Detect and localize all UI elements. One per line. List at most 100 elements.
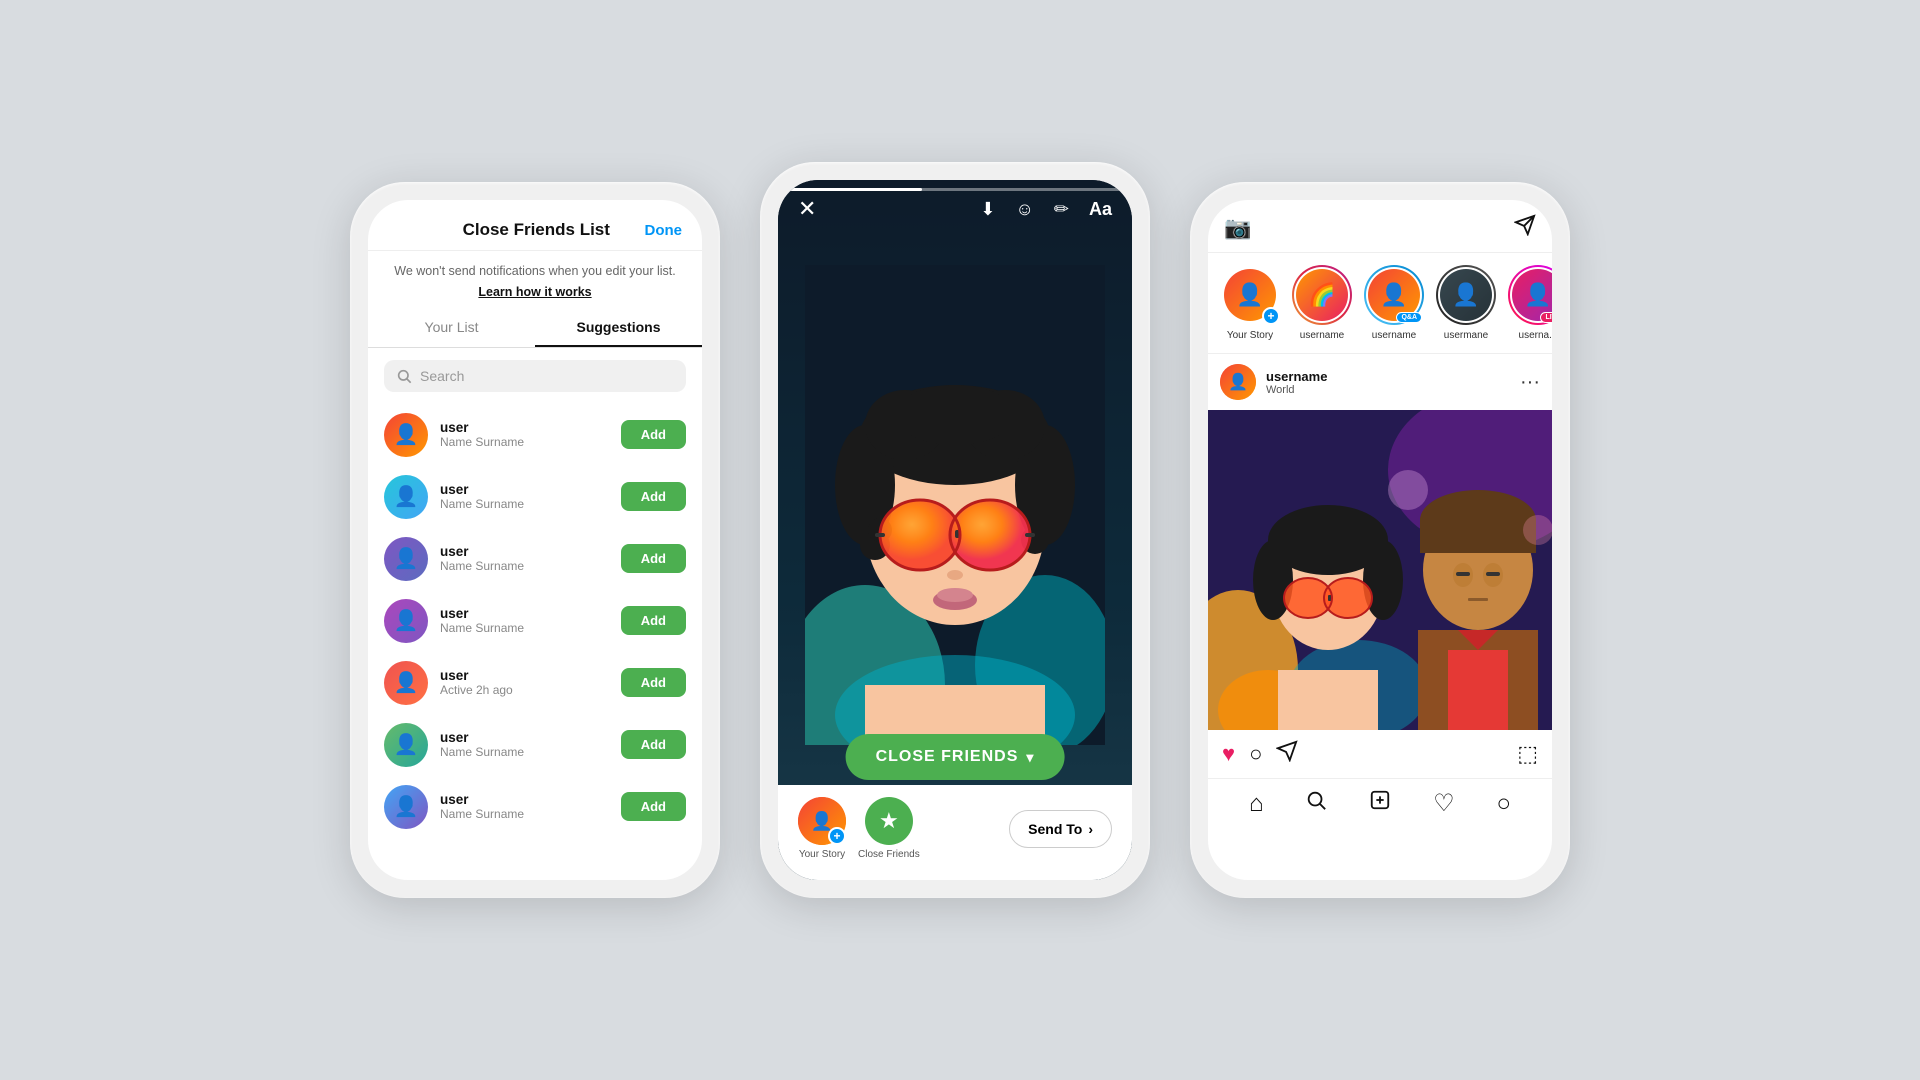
story-ring: 👤 LIVE (1508, 265, 1552, 325)
bookmark-icon[interactable]: ⬚ (1517, 741, 1538, 767)
add-button[interactable]: Add (621, 482, 686, 511)
avatar: 👤 (384, 413, 428, 457)
learn-link[interactable]: Learn how it works (368, 285, 702, 299)
more-options-icon[interactable]: ··· (1520, 371, 1540, 394)
user-sub: Name Surname (440, 807, 609, 821)
list-item: 👤 user Name Surname Add (380, 714, 690, 776)
avatar: 👤 (384, 599, 428, 643)
phone3-screen: 📷 👤 + Y (1208, 200, 1552, 880)
story-tools: ⬇ ☺ ✏ Aa (980, 199, 1112, 220)
draw-icon[interactable]: ✏ (1054, 199, 1069, 220)
list-item: 👤 user Name Surname Add (380, 590, 690, 652)
bottom-nav: ⌂ ♡ ○ (1208, 778, 1552, 828)
tab-your-list[interactable]: Your List (368, 309, 535, 347)
user-sub: Name Surname (440, 745, 609, 759)
user-sub: Name Surname (440, 621, 609, 635)
add-story-icon: + (1262, 307, 1280, 325)
download-icon[interactable]: ⬇ (980, 199, 995, 220)
close-friends-title: Close Friends List (463, 220, 610, 240)
search-placeholder: Search (420, 368, 464, 384)
user-name: user (440, 730, 609, 745)
text-icon[interactable]: Aa (1089, 199, 1112, 220)
story-label: username (1372, 330, 1416, 341)
phone-story-preview: ✕ ⬇ ☺ ✏ Aa (760, 162, 1150, 898)
avatar: 👤 (384, 661, 428, 705)
story-bubble[interactable]: 👤 LIVE userna... (1508, 265, 1552, 341)
your-story-bubble[interactable]: 👤 + Your Story (1220, 265, 1280, 341)
close-friends-header: Close Friends List Done (368, 200, 702, 251)
chevron-right-icon: › (1088, 821, 1093, 837)
story-ring: 👤 Q&A (1364, 265, 1424, 325)
comment-icon[interactable]: ○ (1249, 741, 1262, 767)
tab-suggestions[interactable]: Suggestions (535, 309, 702, 347)
close-friends-story-bubble[interactable]: ★ Close Friends (858, 797, 920, 860)
list-item: 👤 user Name Surname Add (380, 776, 690, 838)
story-label: usermane (1444, 330, 1488, 341)
phones-container: Close Friends List Done We won't send no… (350, 172, 1570, 908)
user-name: user (440, 420, 609, 435)
sticker-icon[interactable]: ☺ (1016, 199, 1034, 220)
story-ring: 🌈 (1292, 265, 1352, 325)
avatar: 👤 (384, 723, 428, 767)
post-header: 👤 username World ··· (1208, 354, 1552, 410)
share-icon[interactable] (1276, 740, 1298, 768)
add-button[interactable]: Add (621, 730, 686, 759)
story-illustration (778, 220, 1132, 790)
close-friends-story-button[interactable]: CLOSE FRIENDS ▾ (846, 734, 1065, 780)
post-actions: ♥ ○ ⬚ (1208, 730, 1552, 778)
post-image (1208, 410, 1552, 730)
post-location: World (1266, 384, 1510, 396)
feed-header: 📷 (1208, 200, 1552, 253)
close-friends-story-label: Close Friends (858, 849, 920, 860)
search-icon (396, 368, 412, 384)
story-footer: 👤 + Your Story ★ Close Friends Send To › (778, 785, 1132, 880)
stories-row: 👤 + Your Story 🌈 username (1208, 253, 1552, 354)
story-progress-fill (788, 188, 922, 191)
story-progress (788, 188, 1122, 191)
notification-text: We won't send notifications when you edi… (368, 251, 702, 285)
phone-close-friends-list: Close Friends List Done We won't send no… (350, 182, 720, 898)
story-bubble[interactable]: 👤 usermane (1436, 265, 1496, 341)
send-icon[interactable] (1514, 214, 1536, 242)
user-sub: Active 2h ago (440, 683, 609, 697)
add-button[interactable]: Add (621, 668, 686, 697)
list-item: 👤 user Active 2h ago Add (380, 652, 690, 714)
list-item: 👤 user Name Surname Add (380, 404, 690, 466)
done-button[interactable]: Done (645, 222, 683, 239)
story-illustration-svg (805, 265, 1105, 745)
heart-icon[interactable]: ♥ (1222, 741, 1235, 767)
user-sub: Name Surname (440, 497, 609, 511)
your-story-ring: 👤 + (1220, 265, 1280, 325)
list-item: 👤 user Name Surname Add (380, 466, 690, 528)
add-post-icon[interactable] (1369, 789, 1391, 818)
phone2-screen: ✕ ⬇ ☺ ✏ Aa (778, 180, 1132, 880)
add-button[interactable]: Add (621, 544, 686, 573)
add-button[interactable]: Add (621, 606, 686, 635)
avatar: 👤 (384, 785, 428, 829)
camera-icon[interactable]: 📷 (1224, 215, 1251, 241)
search-nav-icon[interactable] (1305, 789, 1327, 818)
home-icon[interactable]: ⌂ (1249, 790, 1264, 818)
profile-nav-icon[interactable]: ○ (1497, 790, 1512, 818)
user-sub: Name Surname (440, 559, 609, 573)
send-to-button[interactable]: Send To › (1009, 810, 1112, 848)
post-username: username (1266, 369, 1510, 384)
like-nav-icon[interactable]: ♡ (1433, 789, 1455, 818)
search-bar[interactable]: Search (384, 360, 686, 392)
story-bubble[interactable]: 👤 Q&A username (1364, 265, 1424, 341)
qa-badge: Q&A (1396, 312, 1422, 323)
phone-instagram-feed: 📷 👤 + Y (1190, 182, 1570, 898)
close-friends-btn-label: CLOSE FRIENDS (876, 748, 1019, 766)
story-label: Your Story (1227, 330, 1273, 341)
add-button[interactable]: Add (621, 420, 686, 449)
user-name: user (440, 606, 609, 621)
your-story-bubble[interactable]: 👤 + Your Story (798, 797, 846, 860)
send-to-label: Send To (1028, 821, 1082, 837)
add-button[interactable]: Add (621, 792, 686, 821)
avatar: 👤 (384, 475, 428, 519)
close-icon[interactable]: ✕ (798, 196, 816, 222)
user-list: 👤 user Name Surname Add 👤 user Name Surn… (368, 404, 702, 838)
post-avatar: 👤 (1220, 364, 1256, 400)
add-story-icon: + (828, 827, 846, 845)
story-bubble[interactable]: 🌈 username (1292, 265, 1352, 341)
